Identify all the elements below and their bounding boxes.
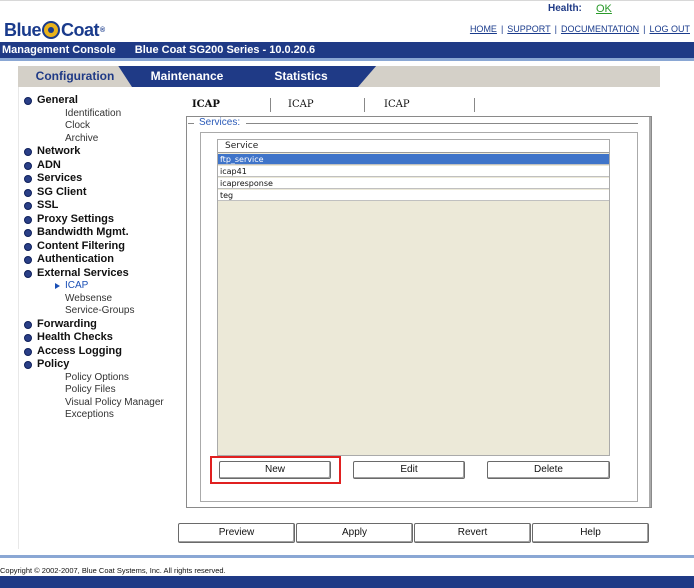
bullet-icon	[24, 256, 32, 264]
sidebar-sub-archive[interactable]: Archive	[22, 133, 180, 146]
sidebar-item-content-filtering[interactable]: Content Filtering	[22, 240, 180, 254]
fieldset-border	[246, 123, 638, 124]
edit-button[interactable]: Edit	[353, 461, 465, 479]
help-button[interactable]: Help	[532, 523, 649, 543]
bullet-icon	[24, 334, 32, 342]
subtab-icap-services[interactable]: ICAP Services	[192, 96, 239, 128]
bullet-icon	[24, 229, 32, 237]
console-label: Management Console	[2, 44, 116, 56]
sidebar-item-general[interactable]: General	[22, 94, 180, 108]
apply-button[interactable]: Apply	[296, 523, 413, 543]
copyright-text: Copyright © 2002-2007, Blue Coat Systems…	[0, 566, 226, 575]
bullet-icon	[24, 175, 32, 183]
sidebar-nav: General Identification Clock Archive Net…	[22, 94, 180, 422]
sidebar-item-sg-client[interactable]: SG Client	[22, 186, 180, 200]
sidebar-item-access-logging[interactable]: Access Logging	[22, 345, 180, 359]
bullet-icon	[24, 202, 32, 210]
sidebar-sub-visual-policy-manager[interactable]: Visual Policy Manager	[22, 397, 180, 410]
sidebar-item-services[interactable]: Services	[22, 172, 180, 186]
management-console-page: Blue Coat ® HOME | SUPPORT | DOCUMENTATION | L…	[0, 0, 694, 588]
documentation-link[interactable]: DOCUMENTATION	[561, 24, 639, 34]
device-label: Blue Coat SG200 Series - 10.0.20.6	[134, 44, 316, 56]
bullet-icon	[24, 320, 32, 329]
tab-maintenance[interactable]: Maintenance	[132, 66, 242, 87]
health-area	[358, 66, 660, 87]
sidebar-item-authentication[interactable]: Authentication	[22, 253, 180, 267]
sidebar-item-policy[interactable]: Policy	[22, 358, 180, 372]
bullet-icon	[24, 97, 32, 105]
title-bar: Management Console Blue Coat SG200 Serie…	[0, 42, 694, 58]
sidebar-sub-policy-files[interactable]: Policy Files	[22, 384, 180, 397]
sidebar-item-health-checks[interactable]: Health Checks	[22, 331, 180, 345]
bullet-icon	[24, 148, 32, 156]
sidebar-item-network[interactable]: Network	[22, 145, 180, 159]
subtab-divider	[364, 98, 365, 112]
new-button-highlight	[210, 456, 341, 484]
sidebar-sub-websense[interactable]: Websense	[22, 293, 180, 306]
services-table: Service ftp_service icap41 icapresponse …	[217, 139, 610, 456]
log-out-link[interactable]: LOG OUT	[649, 24, 690, 34]
tab-configuration[interactable]: Configuration	[18, 66, 132, 87]
support-link[interactable]: SUPPORT	[507, 24, 550, 34]
main-tab-bar: Configuration Maintenance Statistics	[18, 66, 660, 87]
top-strip	[0, 0, 694, 14]
subtab-divider	[270, 98, 271, 112]
table-row-icap41[interactable]: icap41	[218, 166, 609, 177]
logo-text-coat: Coat	[61, 19, 100, 40]
current-page-arrow-icon	[55, 283, 60, 289]
sidebar-item-external-services[interactable]: External Services	[22, 267, 180, 281]
bullet-icon	[24, 215, 32, 224]
sidebar-sub-identification[interactable]: Identification	[22, 108, 180, 121]
home-link[interactable]: HOME	[470, 24, 497, 34]
bullet-icon	[24, 242, 32, 251]
health-status-link[interactable]: OK	[596, 3, 612, 15]
revert-button[interactable]: Revert	[414, 523, 531, 543]
table-row-teg[interactable]: teg	[218, 190, 609, 201]
services-legend: Services:	[196, 117, 244, 128]
fieldset-border	[188, 123, 194, 124]
sidebar-sub-clock[interactable]: Clock	[22, 120, 180, 133]
subtab-icap-patience-page[interactable]: ICAP Patience Page	[384, 96, 427, 146]
health-label: Health:	[548, 3, 582, 14]
bottom-bar	[0, 576, 694, 588]
footer-divider	[0, 555, 694, 558]
sidebar-item-ssl[interactable]: SSL	[22, 199, 180, 213]
sidebar-item-forwarding[interactable]: Forwarding	[22, 318, 180, 332]
bullet-icon	[24, 269, 32, 278]
bullet-icon	[24, 188, 32, 197]
tab-statistics[interactable]: Statistics	[242, 66, 360, 87]
sidebar-sub-policy-options[interactable]: Policy Options	[22, 372, 180, 385]
blue-coat-logo: Blue Coat ®	[4, 20, 105, 40]
sidebar-sub-service-groups[interactable]: Service-Groups	[22, 305, 180, 318]
blue-coat-emblem-icon	[42, 21, 61, 39]
table-row-icapresponse[interactable]: icapresponse	[218, 178, 609, 189]
sidebar-sub-exceptions[interactable]: Exceptions	[22, 409, 180, 422]
top-links: HOME | SUPPORT | DOCUMENTATION | LOG OUT	[469, 24, 690, 34]
subtab-divider	[474, 98, 475, 112]
title-bar-underline	[0, 58, 694, 61]
bullet-icon	[24, 161, 32, 170]
bullet-icon	[24, 347, 32, 356]
trademark-mark: ®	[100, 26, 105, 34]
sidebar-item-adn[interactable]: ADN	[22, 159, 180, 173]
bullet-icon	[24, 361, 32, 369]
service-column-header[interactable]: Service	[218, 140, 609, 153]
logo-text-blue: Blue	[4, 19, 42, 40]
preview-button[interactable]: Preview	[178, 523, 295, 543]
sidebar-sub-icap[interactable]: ICAP	[22, 280, 180, 293]
sidebar-item-bandwidth-mgmt[interactable]: Bandwidth Mgmt.	[22, 226, 180, 240]
table-row-ftp-service[interactable]: ftp_service	[218, 154, 609, 165]
subtab-icap-feedback[interactable]: ICAP Feedback	[288, 96, 337, 128]
sidebar-item-proxy-settings[interactable]: Proxy Settings	[22, 213, 180, 227]
delete-button[interactable]: Delete	[487, 461, 610, 479]
